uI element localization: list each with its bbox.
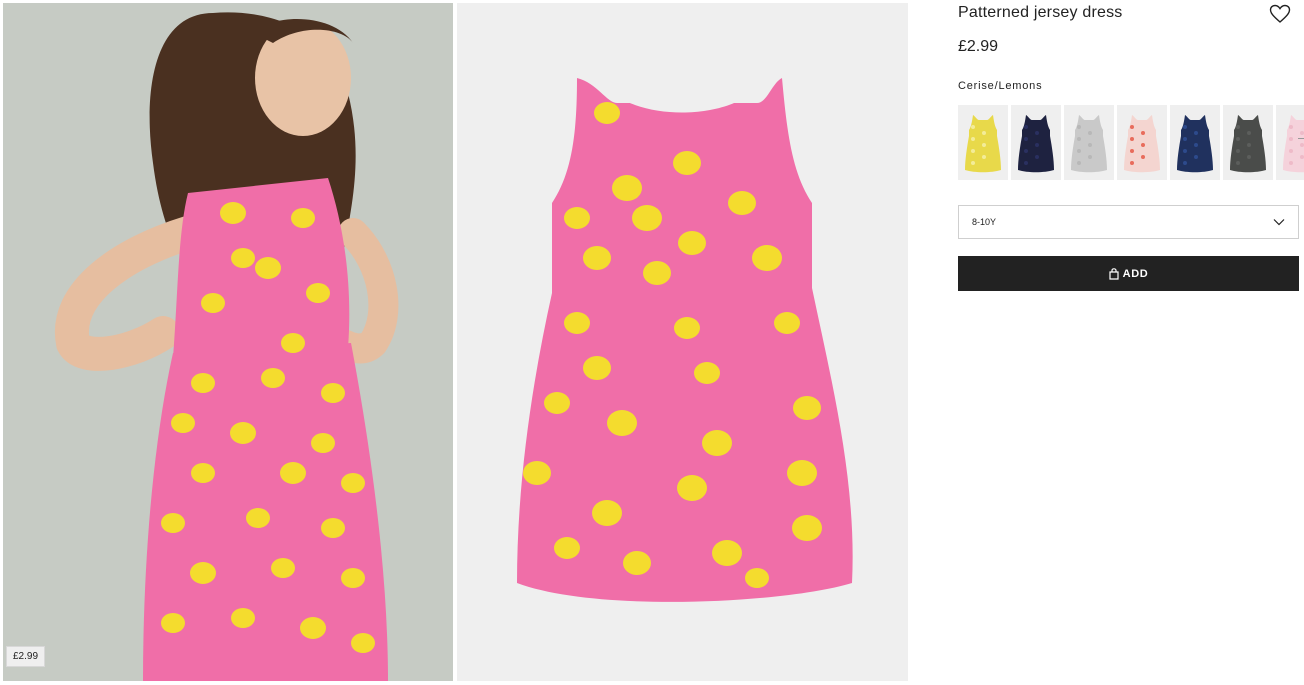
swatch-dress-thumbnail xyxy=(1177,114,1213,172)
color-swatch-grey-pattern[interactable] xyxy=(1064,105,1114,180)
product-title: Patterned jersey dress xyxy=(958,4,1123,21)
color-swatch-navy-pattern[interactable] xyxy=(1011,105,1061,180)
color-swatches xyxy=(958,105,1304,180)
bag-icon xyxy=(1109,267,1119,280)
size-select[interactable]: 8-10Y xyxy=(958,205,1299,239)
swatch-dress-thumbnail xyxy=(1018,114,1054,172)
product-page: £2.99 Patterned jersey dress £2.99 Ceris… xyxy=(0,0,1304,685)
color-swatch-blue-pattern[interactable] xyxy=(1170,105,1220,180)
color-swatch-yellow-pattern[interactable] xyxy=(958,105,1008,180)
size-select-value: 8-10Y xyxy=(972,217,997,227)
flat-dress-photo xyxy=(457,3,908,681)
color-swatch-dark-grey-pattern[interactable] xyxy=(1223,105,1273,180)
color-swatch-red-white-pattern[interactable] xyxy=(1117,105,1167,180)
heart-icon[interactable] xyxy=(1269,4,1291,24)
swatch-dress-thumbnail xyxy=(1283,114,1304,172)
product-image-flat[interactable] xyxy=(457,3,908,681)
product-details-panel: Patterned jersey dress £2.99 Cerise/Lemo… xyxy=(958,0,1304,685)
add-to-bag-button[interactable]: ADD xyxy=(958,256,1299,291)
chevron-down-icon xyxy=(1273,219,1285,226)
image-price-tag: £2.99 xyxy=(6,646,46,667)
swatch-dress-thumbnail xyxy=(965,114,1001,172)
swatch-scroll-indicator[interactable] xyxy=(1298,138,1304,139)
selected-color-name: Cerise/Lemons xyxy=(958,80,1043,92)
color-swatch-pink-pattern[interactable] xyxy=(1276,105,1304,180)
swatch-dress-thumbnail xyxy=(1071,114,1107,172)
swatch-dress-thumbnail xyxy=(1230,114,1266,172)
product-price: £2.99 xyxy=(958,38,999,55)
model-photo xyxy=(3,3,453,681)
add-button-label: ADD xyxy=(1122,267,1149,280)
swatch-dress-thumbnail xyxy=(1124,114,1160,172)
product-image-model[interactable]: £2.99 xyxy=(3,3,453,681)
